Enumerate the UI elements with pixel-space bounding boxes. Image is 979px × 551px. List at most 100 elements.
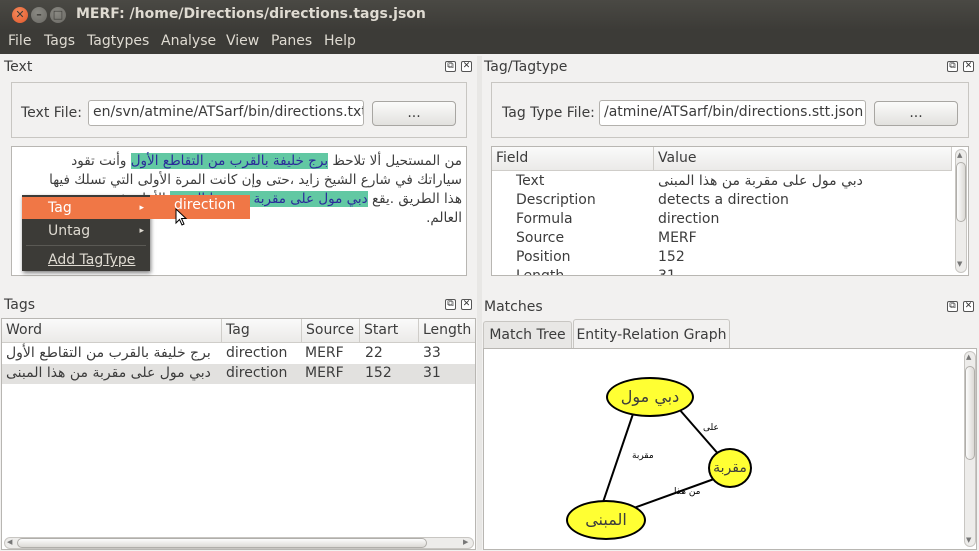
float-pane-icon[interactable]: ⧉ [947,61,958,72]
scroll-left-icon[interactable]: ◀ [7,538,12,546]
menu-file[interactable]: File [8,33,31,49]
field-cell: Formula [516,211,573,227]
source-cell: MERF [305,365,344,381]
scroll-up-icon[interactable]: ▲ [957,151,962,159]
column-header-length[interactable]: Length [419,319,475,343]
menu-tagtypes[interactable]: Tagtypes [87,33,149,49]
tags-table: Word Tag Source Start Length برج خليفة ب… [1,318,476,550]
tagtype-file-label: Tag Type File: [502,105,595,121]
graph-scrollbar[interactable]: ▲ ▼ [964,351,976,547]
column-header-source[interactable]: Source [302,319,360,343]
length-cell: 31 [423,365,441,381]
column-header-start[interactable]: Start [360,319,419,343]
close-pane-icon[interactable]: ✕ [461,61,472,72]
entity-relation-graph[interactable]: على مقربة من هذا دبي مول مقربة المبنى ▲ … [483,348,977,550]
source-cell: MERF [305,345,344,361]
value-cell: 31 [658,268,676,276]
value-cell: MERF [658,230,697,246]
close-pane-icon[interactable]: ✕ [461,299,472,310]
tagtype-panel-title: Tag/Tagtype [484,59,568,75]
tags-panel-title: Tags [4,297,35,313]
menu-tags[interactable]: Tags [44,33,75,49]
scroll-down-icon[interactable]: ▼ [957,260,962,268]
menu-bar: File Tags Tagtypes Analyse View Panes He… [0,30,979,54]
menu-help[interactable]: Help [324,33,356,49]
maximize-window-button[interactable]: □ [50,7,66,23]
submenu-arrow-icon: ▸ [139,226,144,236]
text-line: من المستحيل ألا تلاحظ برج خليفة بالقرب م… [12,152,462,171]
matches-panel-title: Matches [484,299,543,315]
menu-item-label: Tag [48,200,72,216]
edge-label: من هذا [674,487,701,497]
scrollbar-thumb[interactable] [17,538,427,548]
field-cell: Source [516,230,565,246]
edge-label: على [703,423,719,433]
word-cell: برج خليفة بالقرب من التقاطع الأول [6,345,211,361]
tag-cell: direction [226,365,288,381]
tab-entity-relation-graph[interactable]: Entity-Relation Graph [573,319,730,349]
graph-edge [598,410,635,515]
field-cell: Position [516,249,571,265]
context-menu: Tag ▸ Untag ▸ Add TagType [22,195,150,271]
submenu-arrow-icon: ▸ [139,203,144,213]
tab-match-tree[interactable]: Match Tree [483,321,572,348]
graph-node[interactable]: مقربة [708,448,752,488]
scrollbar-thumb[interactable] [965,366,975,460]
close-pane-icon[interactable]: ✕ [963,301,974,312]
scroll-right-icon[interactable]: ▶ [463,538,468,546]
tagtype-file-browse-button[interactable]: ... [874,101,958,126]
menu-panes[interactable]: Panes [271,33,312,49]
context-menu-tag[interactable]: Tag ▸ [22,197,150,219]
float-pane-icon[interactable]: ⧉ [445,61,456,72]
tagtype-file-field[interactable]: /atmine/ATSarf/bin/directions.stt.json [599,100,866,126]
start-cell: 22 [365,345,383,361]
menu-analyse[interactable]: Analyse [161,33,216,49]
value-cell: 152 [658,249,685,265]
graph-node[interactable]: المبنى [566,500,646,540]
tagtype-table: Field Value Text دبي مول على مقربة من هذ… [491,146,969,276]
title-bar: ✕ – □ MERF: /home/Directions/directions.… [0,0,979,30]
float-pane-icon[interactable]: ⧉ [445,299,456,310]
text-line: سياراتك في شارع الشيخ زايد ،حتى وإن كانت… [49,172,462,188]
menu-separator [26,245,146,246]
scrollbar-thumb[interactable] [956,162,966,222]
close-pane-icon[interactable]: ✕ [963,61,974,72]
text-segment: هذا الطريق .يقع [367,191,462,207]
scroll-up-icon[interactable]: ▲ [966,353,971,361]
column-header-field[interactable]: Field [492,147,654,171]
menu-item-label: Untag [48,223,91,239]
context-menu-add-tagtype[interactable]: Add TagType [22,249,150,271]
field-cell: Text [516,173,545,189]
text-file-browse-button[interactable]: ... [372,101,456,126]
graph-node[interactable]: دبي مول [606,377,694,417]
value-cell: detects a direction [658,192,789,208]
value-cell: دبي مول على مقربة من هذا المبنى [658,173,863,189]
mouse-cursor-icon [175,208,188,226]
tagtype-scrollbar[interactable]: ▲ ▼ [955,149,967,273]
word-cell: دبي مول على مقربة من هذا المبنى [6,365,211,381]
window-title: MERF: /home/Directions/directions.tags.j… [76,6,426,22]
column-header-value[interactable]: Value [654,147,952,171]
length-cell: 33 [423,345,441,361]
column-header-word[interactable]: Word [2,319,222,343]
tag-submenu: direction [150,195,250,219]
menu-view[interactable]: View [226,33,259,49]
text-file-field[interactable]: en/svn/atmine/ATSarf/bin/directions.txt [88,100,364,126]
text-segment: من المستحيل ألا تلاحظ [328,153,462,169]
table-row[interactable]: برج خليفة بالقرب من التقاطع الأول direct… [2,344,475,364]
text-panel-title: Text [4,59,33,75]
minimize-window-button[interactable]: – [31,7,47,23]
column-header-tag[interactable]: Tag [222,319,302,343]
table-row[interactable]: دبي مول على مقربة من هذا المبنى directio… [2,364,475,384]
tags-horizontal-scrollbar[interactable]: ◀ ▶ [4,537,474,549]
tag-cell: direction [226,345,288,361]
float-pane-icon[interactable]: ⧉ [947,301,958,312]
text-file-label: Text File: [21,105,82,121]
context-menu-untag[interactable]: Untag ▸ [22,220,150,242]
field-cell: Description [516,192,596,208]
scroll-down-icon[interactable]: ▼ [966,536,971,544]
vertical-splitter[interactable] [477,56,482,550]
value-cell: direction [658,211,720,227]
close-window-button[interactable]: ✕ [12,7,28,23]
tagged-text-segment[interactable]: برج خليفة بالقرب من التقاطع الأول [130,153,329,169]
